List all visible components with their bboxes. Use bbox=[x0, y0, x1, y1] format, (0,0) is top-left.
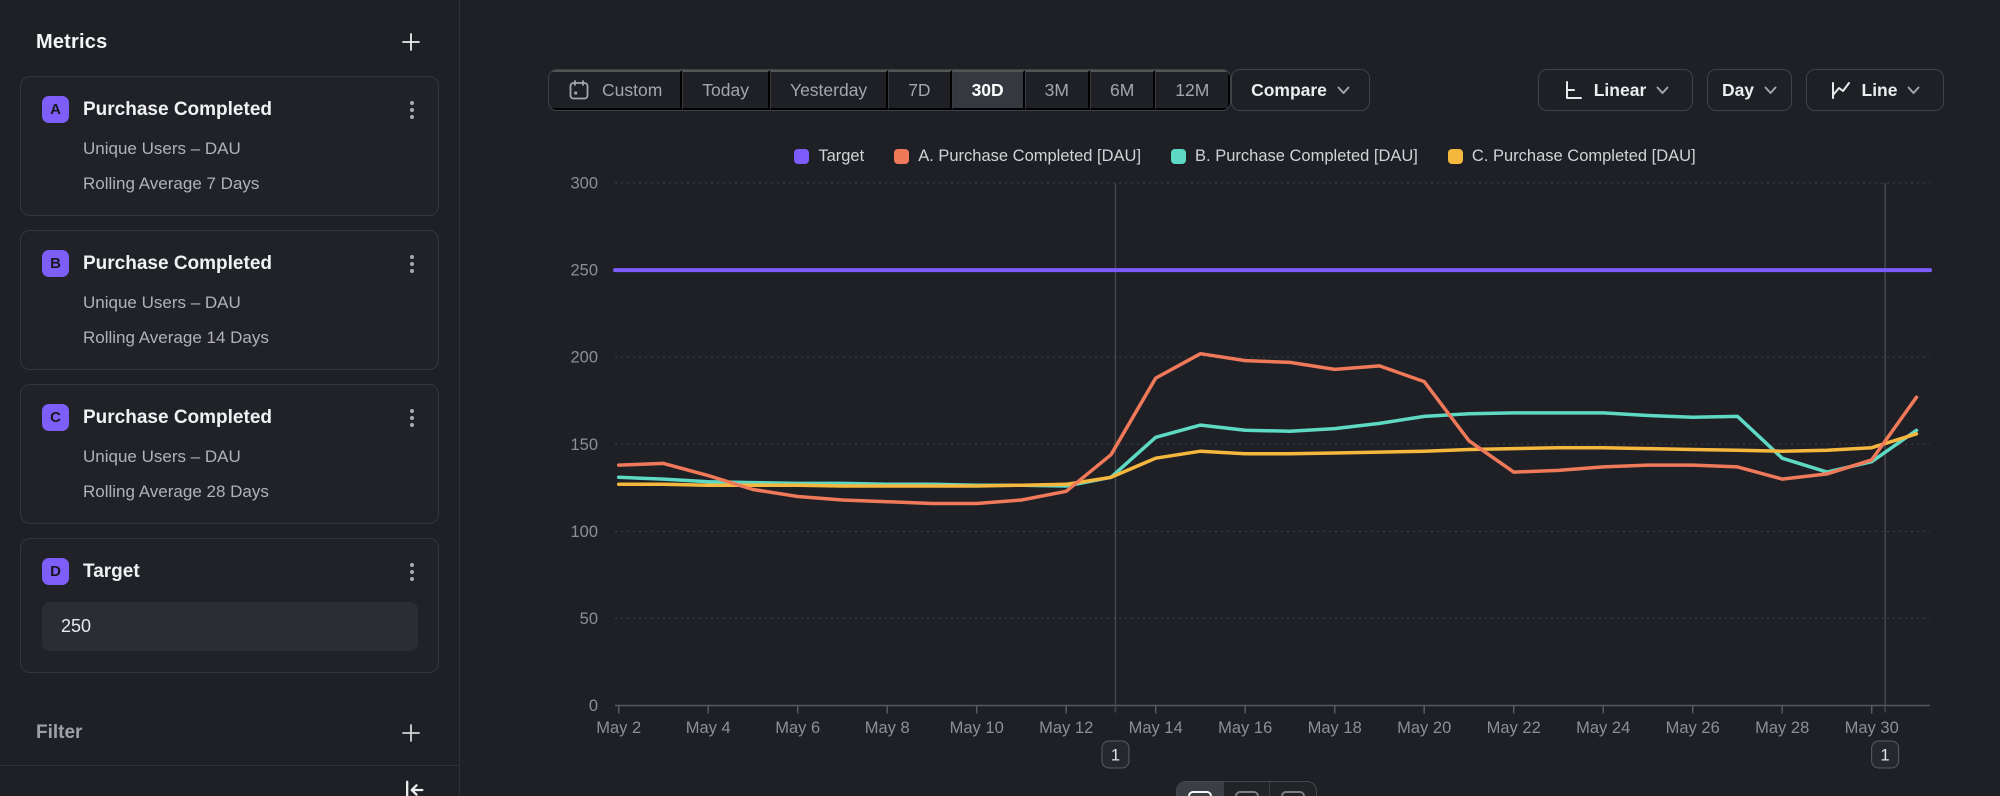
chart-panel: CustomTodayYesterday7D30D3M6M12M Compare… bbox=[460, 0, 2000, 796]
compare-button[interactable]: Compare bbox=[1231, 69, 1370, 111]
legend-item[interactable]: Target bbox=[794, 147, 864, 166]
legend-label: A. Purchase Completed [DAU] bbox=[918, 147, 1141, 166]
legend-item[interactable]: B. Purchase Completed [DAU] bbox=[1171, 147, 1418, 166]
range-12m[interactable]: 12M bbox=[1155, 70, 1230, 110]
legend-label: C. Purchase Completed [DAU] bbox=[1472, 147, 1696, 166]
linear-axis-icon bbox=[1562, 79, 1584, 101]
range-custom[interactable]: Custom bbox=[549, 70, 682, 110]
chart-type-selector-button[interactable]: Line bbox=[1806, 69, 1944, 111]
range-30d[interactable]: 30D bbox=[952, 70, 1025, 110]
legend-label: Target bbox=[818, 147, 864, 166]
chevron-down-icon bbox=[1907, 86, 1920, 95]
chevron-down-icon bbox=[1764, 86, 1777, 95]
legend-label: B. Purchase Completed [DAU] bbox=[1195, 147, 1418, 166]
line-view-icon bbox=[1188, 791, 1212, 796]
range-7d[interactable]: 7D bbox=[888, 70, 951, 110]
line-chart-icon bbox=[1830, 79, 1852, 101]
view-toggle-group bbox=[1176, 781, 1317, 796]
chart-legend: Target A. Purchase Completed [DAU] B. Purc… bbox=[460, 147, 2000, 166]
view-toggle-bar[interactable] bbox=[1223, 782, 1270, 796]
legend-item[interactable]: A. Purchase Completed [DAU] bbox=[894, 147, 1141, 166]
range-3m[interactable]: 3M bbox=[1025, 70, 1090, 110]
granularity-selector-button[interactable]: Day bbox=[1707, 69, 1792, 111]
legend-swatch bbox=[1448, 149, 1463, 164]
range-6m[interactable]: 6M bbox=[1090, 70, 1155, 110]
calendar-icon bbox=[567, 78, 591, 102]
date-range-selector: CustomTodayYesterday7D30D3M6M12M bbox=[548, 69, 1231, 111]
range-yesterday[interactable]: Yesterday bbox=[770, 70, 888, 110]
metrics-explorer-app: Metrics A Purchase Completed Unique User… bbox=[0, 0, 2000, 796]
chevron-down-icon bbox=[1337, 86, 1350, 95]
table-view-icon bbox=[1281, 791, 1305, 796]
chevron-down-icon bbox=[1656, 86, 1669, 95]
legend-swatch bbox=[1171, 149, 1186, 164]
view-toggle-line[interactable] bbox=[1177, 782, 1223, 796]
legend-swatch bbox=[894, 149, 909, 164]
range-today[interactable]: Today bbox=[682, 70, 770, 110]
bar-view-icon bbox=[1235, 791, 1259, 796]
scale-selector-button[interactable]: Linear bbox=[1538, 69, 1693, 111]
legend-swatch bbox=[794, 149, 809, 164]
view-toggle-table[interactable] bbox=[1269, 782, 1316, 796]
legend-item[interactable]: C. Purchase Completed [DAU] bbox=[1448, 147, 1696, 166]
